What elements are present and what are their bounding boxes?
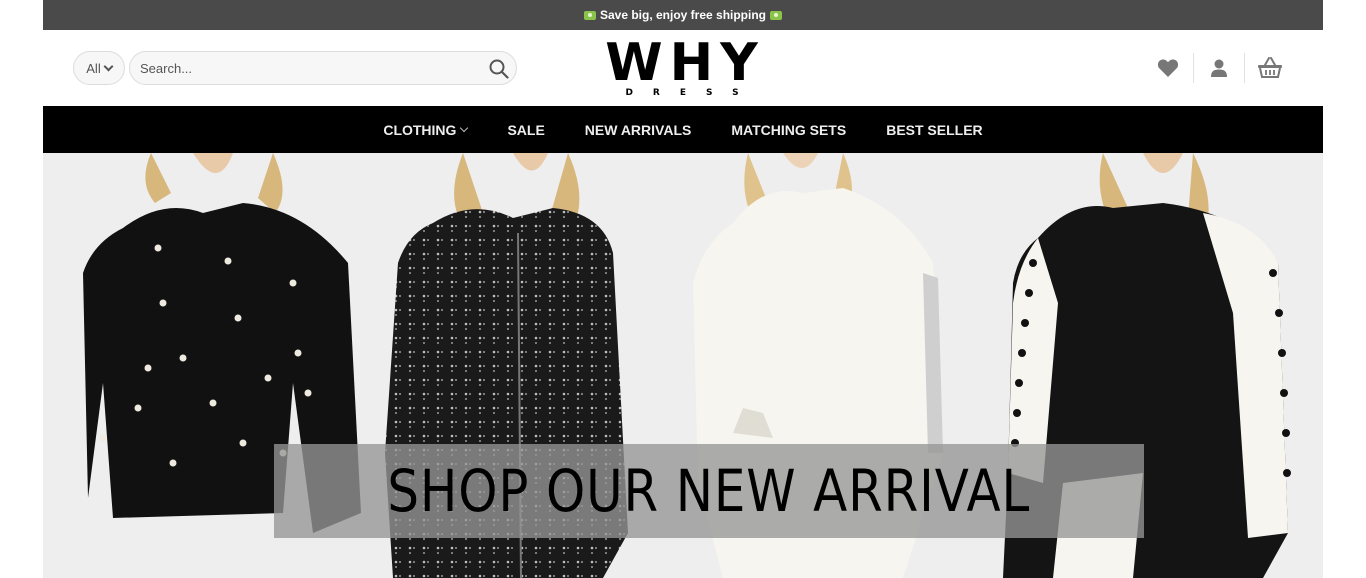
hero-banner-overlay[interactable]: SHOP OUR NEW ARRIVAL — [274, 444, 1144, 538]
hero-banner[interactable]: SHOP OUR NEW ARRIVAL — [43, 153, 1323, 578]
announcement-text: Save big, enjoy free shipping — [599, 8, 767, 22]
nav-item-sale[interactable]: SALE — [487, 122, 564, 138]
header-icons — [1143, 52, 1295, 84]
basket-icon[interactable] — [1245, 52, 1295, 84]
nav-item-best-seller[interactable]: BEST SELLER — [866, 122, 1002, 138]
user-icon[interactable] — [1194, 52, 1244, 84]
announcement-bar: Save big, enjoy free shipping — [43, 0, 1323, 30]
nav-item-matching-sets[interactable]: MATCHING SETS — [711, 122, 866, 138]
hero-banner-text: SHOP OUR NEW ARRIVAL — [387, 457, 1031, 525]
site-header: All WHY DRESS — [43, 30, 1323, 106]
nav-item-label: BEST SELLER — [886, 121, 983, 138]
heart-icon[interactable] — [1143, 52, 1193, 84]
chevron-down-icon — [460, 123, 469, 133]
site-logo[interactable]: WHY DRESS — [593, 33, 773, 100]
category-select-value: All — [86, 60, 101, 76]
money-icon — [770, 10, 783, 20]
money-icon — [583, 10, 596, 20]
chevron-down-icon — [103, 61, 114, 71]
main-nav: CLOTHING SALE NEW ARRIVALS MATCHING SETS… — [43, 106, 1323, 153]
search-input[interactable] — [130, 52, 460, 84]
search-box — [129, 51, 517, 85]
nav-item-clothing[interactable]: CLOTHING — [363, 122, 487, 138]
logo-main-text: WHY — [605, 33, 765, 93]
nav-item-label: CLOTHING — [383, 121, 457, 138]
category-select[interactable]: All — [73, 51, 125, 85]
nav-item-label: MATCHING SETS — [731, 121, 847, 138]
nav-item-label: NEW ARRIVALS — [584, 121, 692, 138]
nav-item-new-arrivals[interactable]: NEW ARRIVALS — [565, 122, 712, 138]
search-icon[interactable] — [488, 58, 510, 80]
logo-sub-text: DRESS — [625, 88, 759, 98]
nav-item-label: SALE — [507, 121, 545, 138]
